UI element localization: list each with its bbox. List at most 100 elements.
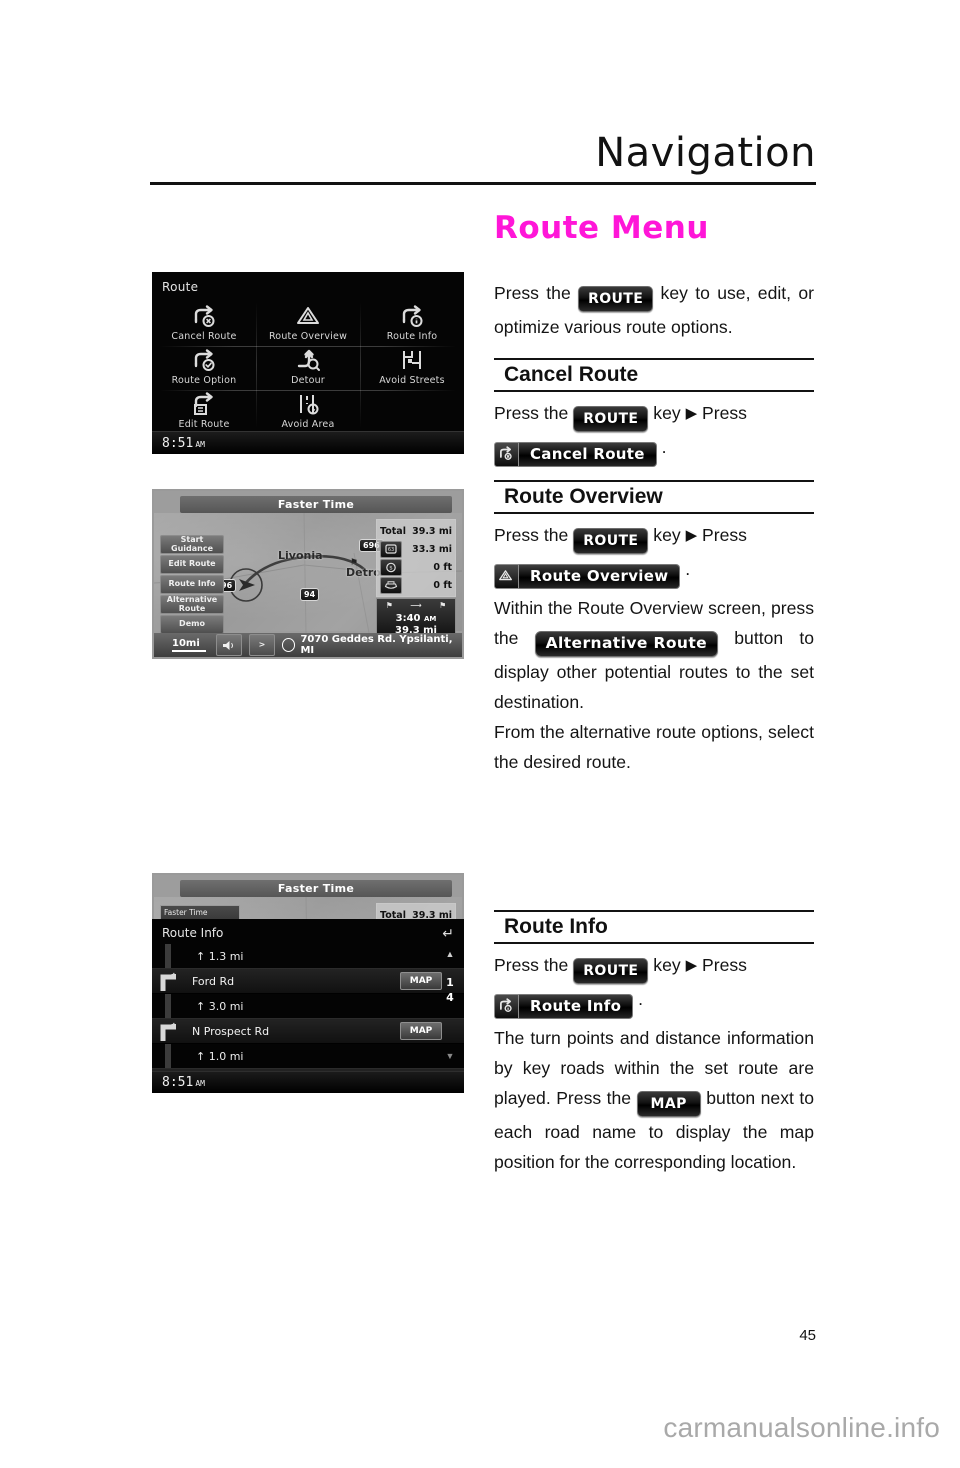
route-key-badge: ROUTE (578, 286, 654, 312)
route-overview-icon (494, 563, 519, 589)
cancel-route-button-badge: Cancel Route (494, 441, 657, 467)
summary-row-highway: 63 33.3 mi (377, 540, 455, 558)
step-text: Press (702, 955, 747, 975)
avoid-area-icon (256, 386, 360, 416)
detour-icon (256, 342, 360, 372)
page-indicator: 1 4 (441, 975, 459, 1005)
alternative-route-badge: Alternative Route (534, 630, 719, 658)
menu-item-edit-route[interactable]: Edit Route (152, 386, 256, 430)
watermark: carmanualsonline.info (663, 1412, 940, 1443)
list-item-road[interactable]: Ford Rd MAP (152, 968, 464, 994)
clock: 8:51 AM (162, 1075, 205, 1090)
route-info-button-badge: Route Info (494, 993, 634, 1019)
summary-value: 0 ft (433, 579, 452, 591)
route-summary-panel: Total 39.3 mi 63 33.3 mi $ 0 ft 0 ft (376, 519, 456, 597)
menu-item-label: Detour (291, 375, 325, 386)
route-line-icon (152, 944, 184, 968)
destination-bar[interactable]: 7070 Geddes Rd. Ypsilanti, MI (276, 634, 462, 656)
route-option-icon (152, 342, 256, 372)
step-text: Press the (494, 403, 569, 423)
menu-item-avoid-streets[interactable]: Avoid Streets (360, 342, 464, 386)
highway-shield: 94 (300, 588, 320, 601)
route-overview-button-badge: Route Overview (494, 563, 681, 589)
avoid-streets-icon (360, 342, 464, 372)
svg-text:63: 63 (388, 547, 394, 553)
screen-title: Route Info (162, 926, 224, 940)
step-text: Press (702, 525, 747, 545)
menu-item-label: Route Overview (268, 331, 348, 342)
step-text: Press the (494, 525, 569, 545)
screenshot-route-menu: Route Cancel Route Route Overview Route … (152, 272, 464, 454)
bottom-bar: 10mi > 7070 Geddes Rd. Ypsilanti, MI (154, 633, 462, 657)
demo-button[interactable]: Demo (160, 615, 224, 634)
section-body-2: From the alternative route options, sele… (494, 717, 814, 777)
arrow-right-icon: ▶ (685, 527, 698, 544)
summary-value: 33.3 mi (412, 543, 452, 555)
route-key-badge: ROUTE (573, 406, 649, 432)
step-text: Press the (494, 955, 569, 975)
menu-item-route-option[interactable]: Route Option (152, 342, 256, 386)
menu-item-cancel-route[interactable]: Cancel Route (152, 298, 256, 342)
turn-right-icon (152, 1019, 184, 1043)
button-label: Route Overview (519, 563, 681, 589)
summary-row-total: Total 39.3 mi (377, 522, 455, 540)
map-button[interactable]: MAP (400, 972, 442, 990)
status-bar: 8:51 AM (152, 1071, 464, 1093)
map-scale[interactable]: 10mi (172, 638, 206, 652)
page-title: Route Menu (494, 210, 709, 246)
section-route-overview: Route Overview Press the ROUTE key ▶ Pre… (494, 480, 814, 777)
summary-row-toll: $ 0 ft (377, 558, 455, 576)
arrow-right-icon: ▶ (685, 957, 698, 974)
section-steps: Press the ROUTE key ▶ Press Route Overvi… (494, 520, 814, 589)
expand-button[interactable]: > (249, 634, 275, 656)
scroll-down-button[interactable]: ▼ (442, 1049, 458, 1063)
distance-value: ↑ 3.0 mi (196, 999, 244, 1013)
destination-flag-icon: ⚑ (350, 557, 359, 567)
svg-text:$: $ (389, 565, 393, 571)
step-text: Press (702, 403, 747, 423)
menu-item-detour[interactable]: Detour (256, 342, 360, 386)
route-line-icon (152, 1044, 184, 1068)
toll-icon: $ (380, 558, 402, 576)
route-overview-icon (256, 298, 360, 328)
button-label: Cancel Route (519, 441, 657, 467)
period: . (685, 559, 691, 579)
route-key-badge: ROUTE (573, 528, 649, 554)
map-button[interactable]: MAP (400, 1022, 442, 1040)
volume-icon[interactable] (216, 634, 242, 656)
scroll-up-button[interactable]: ▲ (442, 947, 458, 961)
distance-value: ↑ 1.3 mi (196, 949, 244, 963)
list-item-road[interactable]: N Prospect Rd MAP (152, 1018, 464, 1044)
route-menu-grid: Cancel Route Route Overview Route Info R… (152, 298, 464, 430)
checkered-flag-icon: ⚑ (439, 601, 447, 610)
manual-page: Navigation Route Menu Route Cancel Route (0, 0, 960, 1468)
menu-item-route-info[interactable]: Route Info (360, 298, 464, 342)
page-current: 1 (446, 976, 454, 989)
screen-title: Faster Time (180, 496, 452, 513)
ferry-icon (380, 576, 402, 594)
section-heading: Route Overview (494, 480, 814, 514)
cancel-route-icon (152, 298, 256, 328)
summary-row-ferry: 0 ft (377, 576, 455, 594)
step-text: key (653, 525, 681, 545)
menu-item-label: Route Option (171, 375, 237, 386)
eta-time: 3:40 AM (395, 613, 437, 624)
section-body: The turn points and distance information… (494, 1023, 814, 1177)
route-info-button[interactable]: Route Info (160, 575, 224, 594)
alternative-route-button[interactable]: Alternative Route (160, 595, 224, 614)
menu-item-route-overview[interactable]: Route Overview (256, 298, 360, 342)
back-arrow-icon[interactable]: ↵ (442, 925, 454, 942)
header-rule (150, 182, 816, 185)
menu-item-avoid-area[interactable]: Avoid Area (256, 386, 360, 430)
status-bar: 8:51 AM (152, 431, 464, 454)
period: . (638, 989, 643, 1009)
section-heading: Route Info (494, 910, 814, 944)
edit-route-button[interactable]: Edit Route (160, 555, 224, 574)
route-info-icon (360, 298, 464, 328)
intro-paragraph: Press the ROUTE key to use, edit, or opt… (494, 278, 814, 342)
road-name: Ford Rd (192, 974, 235, 988)
menu-item-label: Avoid Area (281, 419, 335, 430)
start-guidance-button[interactable]: Start Guidance (160, 535, 224, 554)
menu-item-label: Edit Route (178, 419, 230, 430)
summary-value: 0 ft (433, 561, 452, 573)
